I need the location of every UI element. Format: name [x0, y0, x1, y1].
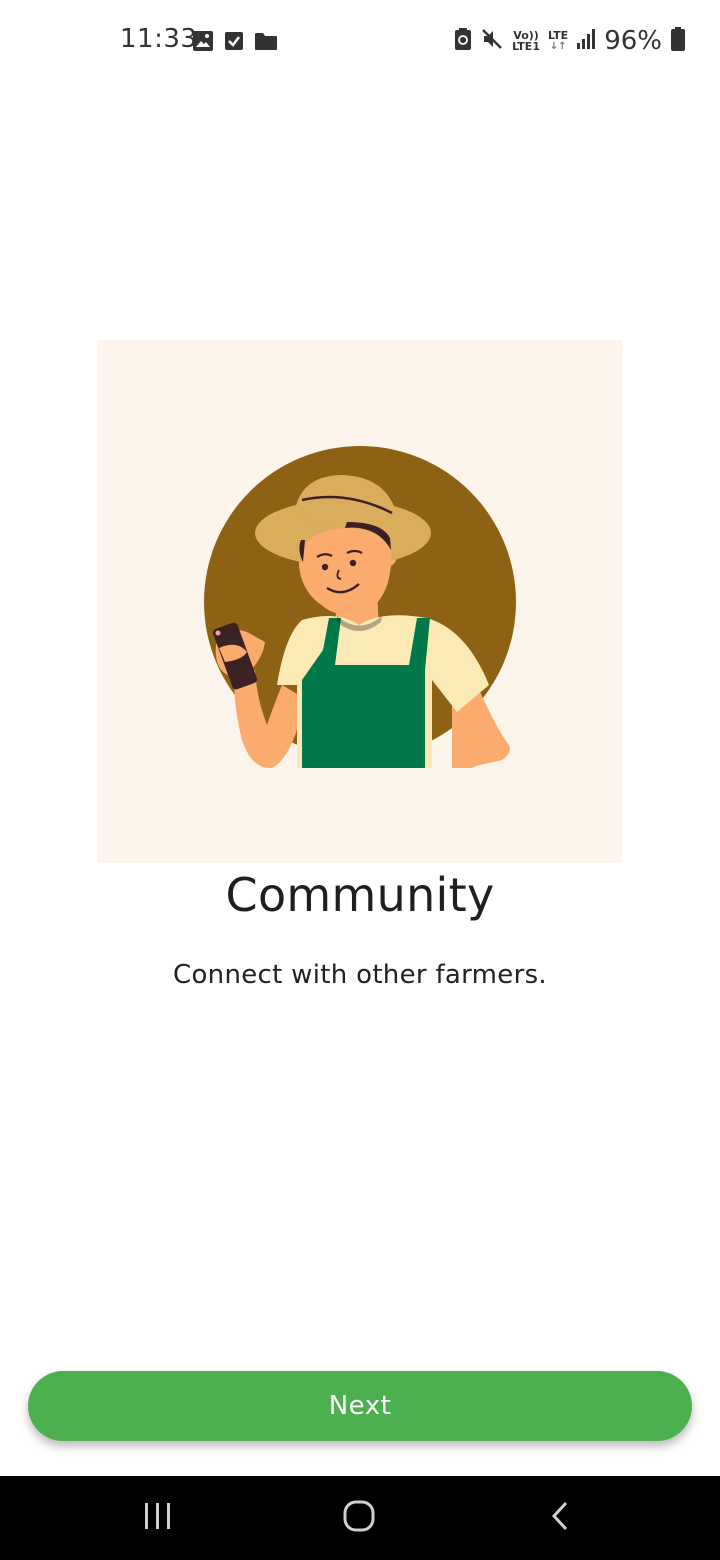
- navigation-bar: [0, 1476, 720, 1560]
- signal-icon: [576, 28, 596, 54]
- volte-icon: Vo)) LTE1: [512, 29, 540, 53]
- battery-saver-icon: [454, 27, 472, 55]
- checkbox-icon: [224, 30, 244, 56]
- mute-icon: [480, 27, 504, 55]
- back-button[interactable]: [500, 1476, 620, 1560]
- lte-icon: LTE ↓↑: [547, 29, 569, 52]
- page-title: Community: [225, 868, 495, 922]
- farmer-illustration: [97, 340, 622, 863]
- page-subtitle: Connect with other farmers.: [173, 960, 547, 990]
- home-icon: [342, 1499, 376, 1537]
- status-bar: 11:33 Vo)) LTE1 LTE ↓↑ 96%: [0, 0, 720, 84]
- folder-icon: [254, 30, 278, 56]
- home-button[interactable]: [299, 1476, 419, 1560]
- next-button[interactable]: Next: [28, 1371, 692, 1441]
- gallery-icon: [192, 30, 214, 56]
- back-icon: [548, 1499, 572, 1537]
- next-button-label: Next: [328, 1391, 392, 1421]
- recents-icon: [142, 1500, 174, 1536]
- battery-percent: 96%: [604, 26, 662, 56]
- status-time: 11:33: [120, 24, 198, 54]
- battery-icon: [670, 26, 686, 56]
- status-right: Vo)) LTE1 LTE ↓↑ 96%: [454, 26, 686, 56]
- status-left-icons: [192, 30, 278, 56]
- recents-button[interactable]: [98, 1476, 218, 1560]
